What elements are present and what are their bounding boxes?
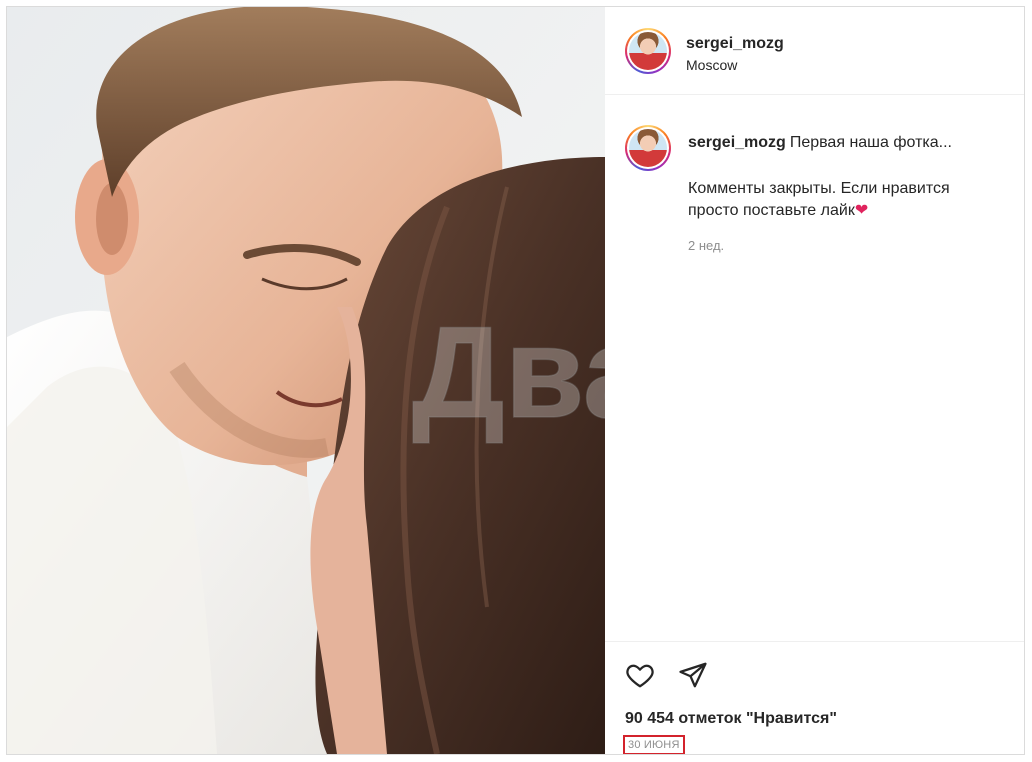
post-actions-footer: 90 454 отметок "Нравится" 30 ИЮНЯ bbox=[605, 641, 1024, 754]
author-username[interactable]: sergei_mozg bbox=[686, 35, 784, 53]
caption-body-text: Комменты закрыты. Если нравится просто п… bbox=[688, 180, 950, 219]
post-location[interactable]: Moscow bbox=[686, 57, 737, 73]
like-button[interactable] bbox=[625, 660, 655, 690]
post-header: sergei_mozg Moscow bbox=[605, 7, 1024, 95]
photo-illustration: Двач bbox=[7, 7, 605, 754]
red-heart-emoji-icon: ❤ bbox=[854, 202, 869, 219]
caption-first-line: sergei_mozg Первая наша фотка... bbox=[688, 134, 952, 152]
heart-outline-icon bbox=[626, 664, 654, 688]
caption-age[interactable]: 2 нед. bbox=[688, 238, 724, 253]
caption-first-text: Первая наша фотка... bbox=[789, 134, 952, 151]
watermark-text: Двач bbox=[412, 299, 605, 445]
post-photo[interactable]: Двач bbox=[7, 7, 605, 754]
post-card: Двач sergei_mozg Moscow sergei_mozgПерва… bbox=[6, 6, 1025, 755]
post-date[interactable]: 30 ИЮНЯ bbox=[623, 735, 685, 754]
avatar-image bbox=[629, 32, 667, 70]
caption-author-avatar[interactable] bbox=[625, 125, 671, 171]
share-button[interactable] bbox=[678, 660, 708, 690]
avatar-image bbox=[629, 129, 667, 167]
caption-body: Комменты закрыты. Если нравится просто п… bbox=[688, 178, 998, 222]
likes-count[interactable]: 90 454 отметок "Нравится" bbox=[625, 710, 837, 728]
paper-plane-icon bbox=[679, 662, 707, 688]
author-avatar[interactable] bbox=[625, 28, 671, 74]
caption-username[interactable]: sergei_mozg bbox=[688, 134, 786, 151]
post-side-panel: sergei_mozg Moscow sergei_mozg Первая наш… bbox=[605, 7, 1024, 754]
